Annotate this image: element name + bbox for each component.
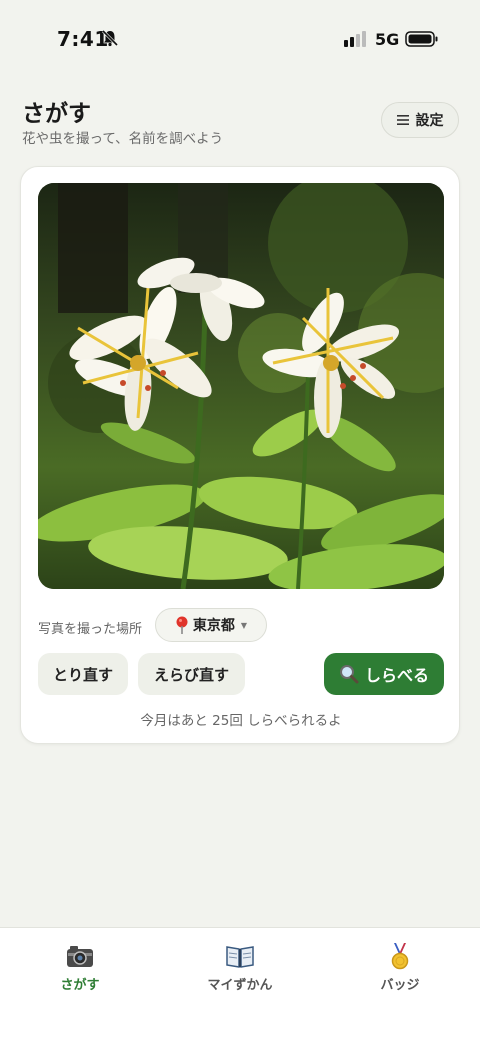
location-selector[interactable]: 東京都 ▼ (155, 608, 267, 642)
identify-button[interactable]: しらべる (324, 653, 444, 695)
captured-photo[interactable] (38, 183, 444, 589)
settings-button[interactable]: 設定 (381, 102, 459, 138)
medal-icon (391, 943, 409, 970)
location-label: 写真を撮った場所 (38, 622, 143, 637)
battery-icon (405, 31, 438, 47)
reselect-button[interactable]: えらび直す (138, 653, 245, 695)
tab-badge-label: バッジ (380, 978, 420, 993)
camera-icon (67, 946, 93, 967)
location-value: 東京都 (192, 618, 235, 634)
tab-bar: さがす マイずかん バッジ (0, 927, 480, 1044)
bell-muted-icon (101, 29, 119, 47)
quota-text: 今月はあと 25回 しらべられるよ (140, 713, 342, 729)
network-type: 5G (375, 30, 400, 49)
capture-card: 写真を撮った場所 東京都 ▼ とり直す えらび直す しらべる 今月はあと 25回… (20, 166, 460, 744)
tab-search[interactable]: さがす (20, 942, 140, 993)
signal-icon (344, 31, 366, 47)
lily-photo-illustration (38, 183, 444, 589)
status-bar: 7:41 5G (0, 0, 480, 78)
menu-icon (396, 115, 409, 125)
tab-my-zukan-label: マイずかん (207, 978, 273, 993)
settings-label: 設定 (415, 113, 444, 129)
tab-my-zukan[interactable]: マイずかん (180, 942, 300, 993)
book-icon (226, 946, 254, 968)
retake-button[interactable]: とり直す (38, 653, 128, 695)
tab-search-label: さがす (60, 978, 100, 993)
chevron-down-icon: ▼ (240, 620, 248, 630)
pin-icon (176, 616, 188, 634)
magnifier-icon (339, 665, 359, 684)
page-subtitle: 花や虫を撮って、名前を調べよう (22, 131, 224, 147)
page-title: さがす (22, 101, 91, 127)
identify-label: しらべる (364, 666, 429, 685)
tab-badge[interactable]: バッジ (340, 942, 460, 993)
